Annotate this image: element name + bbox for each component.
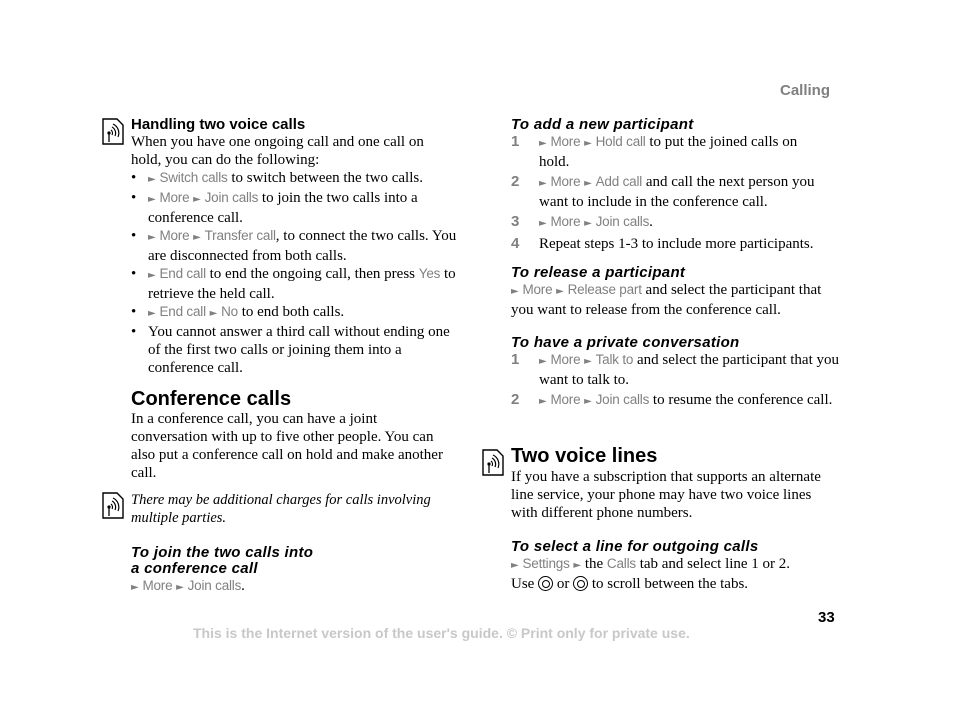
menu-settings: Settings <box>522 556 570 571</box>
menu-more: More <box>550 392 581 407</box>
list-item: 3 ► More ► Join calls. <box>511 213 653 230</box>
menu-add-call: Add call <box>595 174 643 189</box>
arrow-icon: ► <box>573 560 582 571</box>
arrow-icon: ► <box>148 270 156 281</box>
select-line-title: To select a line for outgoing calls <box>511 538 759 555</box>
handling-section: Handling two voice calls When you have o… <box>131 117 461 377</box>
arrow-icon: ► <box>193 194 201 205</box>
menu-switch-calls: Switch calls <box>159 170 228 185</box>
menu-more: More <box>550 134 581 149</box>
list-item: ► Switch calls to switch between the two… <box>131 169 461 189</box>
two-lines-title: Two voice lines <box>511 445 658 467</box>
conference-title: Conference calls <box>131 388 292 410</box>
menu-no: No <box>221 304 238 319</box>
list-item: ► More ► Transfer call, to connect the t… <box>131 227 458 265</box>
add-title: To add a new participant <box>511 116 694 133</box>
join-section: To join the two calls into a conference … <box>131 544 314 595</box>
arrow-icon: ► <box>511 286 519 297</box>
join-title-line2: a conference call <box>131 560 258 577</box>
arrow-icon: ► <box>584 138 592 149</box>
menu-more: More <box>550 214 581 229</box>
handling-title: Handling two voice calls <box>131 116 306 133</box>
list-item: 1 ► More ► Talk to and select the partic… <box>511 351 840 388</box>
arrow-icon: ► <box>148 174 156 185</box>
arrow-icon: ► <box>176 582 184 593</box>
menu-release-part: Release part <box>567 282 642 297</box>
tab-calls: Calls <box>606 556 636 571</box>
arrow-icon: ► <box>584 178 592 189</box>
menu-end-call: End call <box>159 304 206 319</box>
release-section: To release a participant ► More ► Releas… <box>511 265 841 319</box>
list-item: ► End call ► No to end both calls. <box>131 303 461 323</box>
arrow-icon: ► <box>148 194 156 205</box>
menu-hold-call: Hold call <box>595 134 646 149</box>
list-item: ► More ► Join calls to join the two call… <box>131 189 433 227</box>
list-item: You cannot answer a third call without e… <box>131 323 458 377</box>
menu-more: More <box>159 228 190 243</box>
join-title-line1: To join the two calls into <box>131 544 314 561</box>
menu-transfer-call: Transfer call <box>204 228 276 243</box>
menu-more: More <box>550 174 581 189</box>
footer-notice: This is the Internet version of the user… <box>193 625 690 641</box>
arrow-icon: ► <box>148 308 156 319</box>
key-yes: Yes <box>418 266 441 281</box>
network-service-icon <box>482 449 504 476</box>
two-lines-body: If you have a subscription that supports… <box>511 469 821 521</box>
select-line-section: To select a line for outgoing calls ► Se… <box>511 539 841 593</box>
menu-join-calls: Join calls <box>595 392 650 407</box>
network-service-icon <box>102 492 124 519</box>
arrow-icon: ► <box>539 218 547 229</box>
arrow-icon: ► <box>209 308 218 319</box>
arrow-icon: ► <box>539 356 547 367</box>
menu-join-calls: Join calls <box>595 214 650 229</box>
menu-more: More <box>142 578 173 593</box>
conference-note: There may be additional charges for call… <box>131 492 431 526</box>
add-participant-section: To add a new participant 1 ► More ► Hold… <box>511 117 841 253</box>
list-item: 2 ► More ► Join calls to resume the conf… <box>511 391 833 408</box>
arrow-icon: ► <box>584 218 592 229</box>
menu-end-call: End call <box>159 266 206 281</box>
menu-more: More <box>550 352 581 367</box>
conference-body: In a conference call, you can have a joi… <box>131 411 443 481</box>
arrow-icon: ► <box>584 396 592 407</box>
list-item: 4 Repeat steps 1-3 to include more parti… <box>511 235 814 252</box>
menu-talk-to: Talk to <box>595 352 634 367</box>
handling-bullets: ► Switch calls to switch between the two… <box>131 169 461 377</box>
menu-join-calls: Join calls <box>187 578 242 593</box>
handling-intro: When you have one ongoing call and one c… <box>131 134 424 168</box>
list-item: ► End call to end the ongoing call, then… <box>131 265 468 303</box>
list-item: 1 ► More ► Hold call to put the joined c… <box>511 133 798 170</box>
menu-more: More <box>159 190 190 205</box>
network-service-icon <box>102 118 124 145</box>
menu-more: More <box>522 282 553 297</box>
arrow-icon: ► <box>193 232 201 243</box>
private-title: To have a private conversation <box>511 334 740 351</box>
arrow-icon: ► <box>131 582 139 593</box>
menu-join-calls: Join calls <box>204 190 259 205</box>
nav-left-key-icon <box>538 576 554 591</box>
arrow-icon: ► <box>539 396 547 407</box>
arrow-icon: ► <box>148 232 156 243</box>
arrow-icon: ► <box>539 138 547 149</box>
release-title: To release a participant <box>511 264 686 281</box>
private-section: To have a private conversation 1 ► More … <box>511 335 841 411</box>
section-header: Calling <box>780 82 831 99</box>
arrow-icon: ► <box>556 286 564 297</box>
arrow-icon: ► <box>584 356 592 367</box>
nav-right-key-icon <box>573 576 589 591</box>
arrow-icon: ► <box>511 560 519 571</box>
arrow-icon: ► <box>539 178 547 189</box>
page-number: 33 <box>818 609 835 626</box>
list-item: 2 ► More ► Add call and call the next pe… <box>511 173 815 210</box>
